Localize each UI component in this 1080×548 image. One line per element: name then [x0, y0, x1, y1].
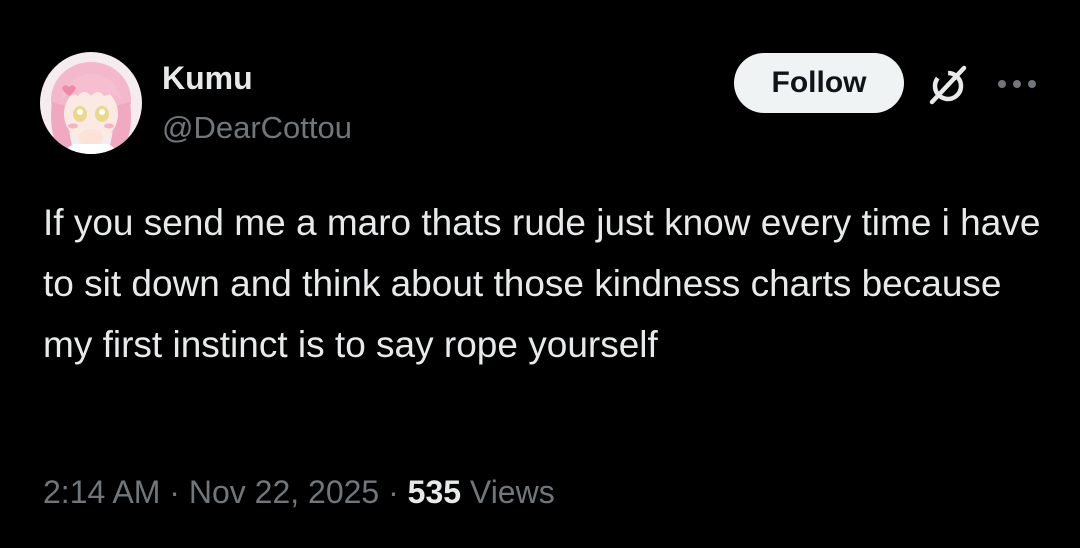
handle[interactable]: @DearCottou	[162, 108, 352, 148]
grok-icon[interactable]	[924, 60, 972, 108]
tweet: Kumu @DearCottou Follow If you send me a…	[0, 0, 1080, 548]
more-icon[interactable]	[992, 66, 1042, 102]
display-name[interactable]: Kumu	[162, 58, 253, 98]
avatar[interactable]	[40, 52, 142, 154]
tweet-time[interactable]: 2:14 AM	[43, 474, 160, 510]
follow-button[interactable]: Follow	[734, 53, 904, 113]
tweet-meta: 2:14 AM · Nov 22, 2025 · 535 Views	[43, 470, 555, 514]
views-label: Views	[469, 474, 555, 510]
views-count[interactable]: 535	[408, 474, 461, 510]
tweet-date[interactable]: Nov 22, 2025	[189, 474, 379, 510]
meta-separator: ·	[388, 474, 399, 510]
avatar-image	[40, 52, 142, 154]
meta-separator: ·	[169, 474, 180, 510]
tweet-text: If you send me a maro thats rude just kn…	[43, 202, 1041, 365]
